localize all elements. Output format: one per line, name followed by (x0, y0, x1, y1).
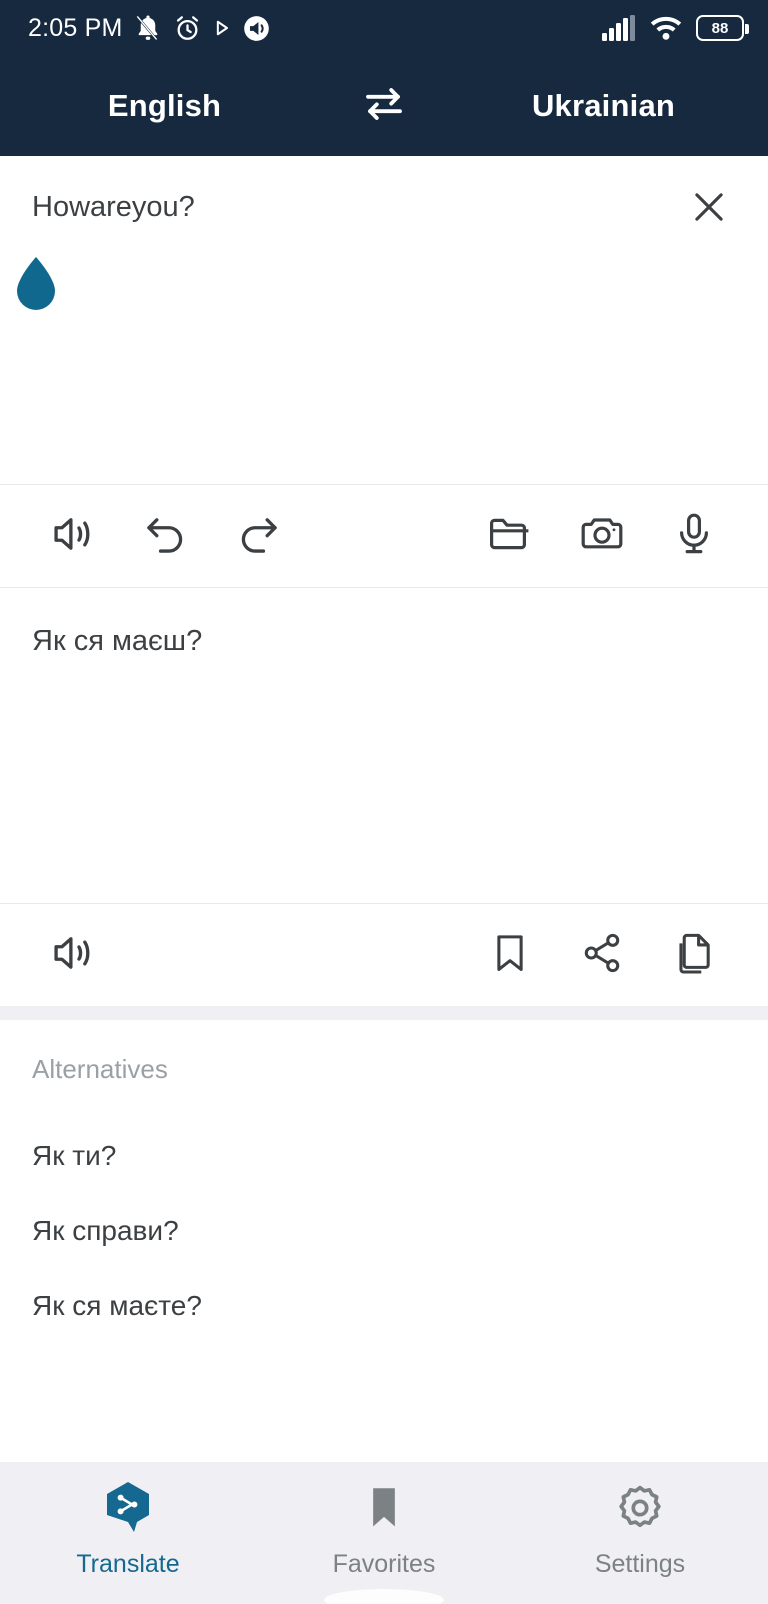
status-bar-left: 2:05 PM (28, 13, 271, 43)
list-item[interactable]: Як ся маєте? (32, 1269, 736, 1344)
microphone-icon (670, 510, 718, 563)
clear-source-button[interactable] (680, 180, 738, 238)
gear-icon (614, 1480, 666, 1541)
swap-horizontal-icon (360, 80, 408, 133)
microphone-button[interactable] (648, 490, 740, 582)
nav-label-translate: Translate (76, 1549, 180, 1578)
speaker-icon (49, 928, 99, 983)
nav-item-settings[interactable]: Settings (512, 1480, 768, 1579)
bottom-navigation: Translate Favorites Settings (0, 1462, 768, 1604)
source-toolbar-left (28, 490, 304, 582)
target-toolbar-right (464, 909, 740, 1001)
status-bar-right: 88 (602, 15, 749, 41)
source-text-input[interactable]: Howareyou? (32, 188, 680, 227)
source-text-panel[interactable]: Howareyou? (0, 156, 768, 484)
open-file-button[interactable] (464, 490, 556, 582)
copy-button[interactable] (648, 909, 740, 1001)
language-header: English Ukrainian (0, 56, 768, 156)
cellular-signal-icon (602, 15, 636, 41)
status-bar-clock: 2:05 PM (28, 13, 123, 42)
nav-item-favorites[interactable]: Favorites (256, 1480, 512, 1579)
app-screen: 2:05 PM 88 English Ukrainian Howareyou? … (0, 0, 768, 1604)
nav-label-favorites: Favorites (332, 1549, 436, 1578)
share-icon (579, 930, 625, 981)
copy-icon (671, 930, 717, 981)
source-language-button[interactable]: English (0, 88, 329, 124)
home-gesture-indicator[interactable] (314, 1590, 454, 1604)
status-bar: 2:05 PM 88 (0, 0, 768, 56)
redo-arrow-icon (233, 509, 283, 564)
text-cursor-handle-icon[interactable] (12, 253, 60, 318)
redo-button[interactable] (212, 490, 304, 582)
camera-button[interactable] (556, 490, 648, 582)
undo-arrow-icon (141, 509, 191, 564)
source-toolbar (0, 485, 768, 587)
alternatives-section: Alternatives Як ти? Як справи? Як ся має… (0, 1020, 768, 1462)
translate-hexagon-icon (102, 1480, 154, 1541)
translated-text: Як ся маєш? (32, 625, 203, 657)
source-toolbar-right (464, 490, 740, 582)
battery-level: 88 (711, 19, 729, 37)
list-item[interactable]: Як ти? (32, 1119, 736, 1194)
target-text-panel[interactable]: Як ся маєш? (0, 588, 768, 903)
close-icon (687, 185, 731, 234)
nav-label-settings: Settings (594, 1549, 686, 1578)
nav-item-translate[interactable]: Translate (0, 1480, 256, 1579)
alternatives-separator (0, 1006, 768, 1020)
bookmark-button[interactable] (464, 909, 556, 1001)
speaker-icon (49, 509, 99, 564)
bell-muted-icon (133, 13, 163, 43)
alarm-clock-icon (173, 14, 202, 43)
swap-languages-button[interactable] (329, 80, 439, 133)
share-button[interactable] (556, 909, 648, 1001)
bookmark-filled-icon (358, 1480, 410, 1541)
list-item[interactable]: Як справи? (32, 1194, 736, 1269)
speak-source-button[interactable] (28, 490, 120, 582)
target-toolbar-left (28, 909, 120, 1001)
undo-button[interactable] (120, 490, 212, 582)
play-triangle-icon (212, 18, 232, 38)
alternatives-title: Alternatives (32, 1054, 168, 1084)
bookmark-icon (487, 930, 533, 981)
wifi-icon (649, 15, 683, 41)
camera-icon (578, 510, 626, 563)
target-toolbar (0, 904, 768, 1006)
speak-target-button[interactable] (28, 909, 120, 1001)
sound-circle-icon (242, 14, 271, 43)
battery-icon: 88 (696, 15, 749, 41)
folder-icon (486, 510, 534, 563)
target-language-button[interactable]: Ukrainian (439, 88, 768, 124)
